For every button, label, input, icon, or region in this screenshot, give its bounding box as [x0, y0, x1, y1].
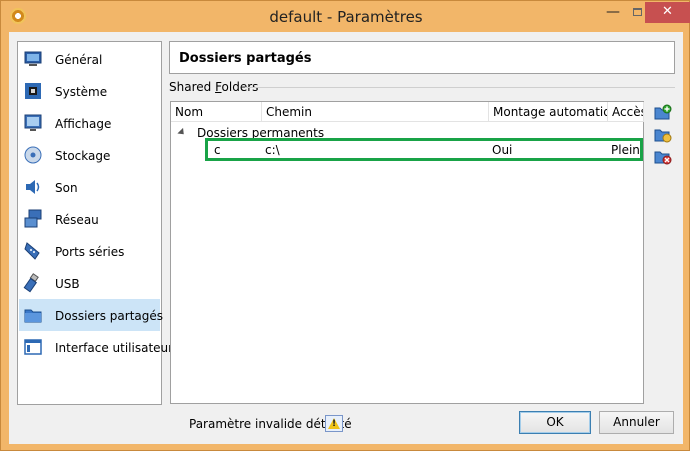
sidebar-item-label: USB	[55, 277, 80, 291]
add-folder-button[interactable]	[654, 104, 672, 122]
sidebar-item-display[interactable]: Affichage	[19, 107, 160, 139]
sidebar-item-general[interactable]: Général	[19, 43, 160, 75]
shared-folders-tree[interactable]: Nom Chemin Montage automatique Accès Dos…	[170, 101, 644, 404]
folder-icon	[24, 309, 42, 323]
dialog-client-area: Général Système Affichage Stockage Son R…	[9, 32, 683, 444]
column-header-name[interactable]: Nom	[171, 102, 262, 122]
settings-window: default - Paramètres — ✕ Général Système…	[0, 0, 690, 451]
sidebar-item-label: Affichage	[55, 117, 112, 131]
remove-folder-button[interactable]	[654, 148, 672, 166]
column-header-automount[interactable]: Montage automatique	[489, 102, 608, 122]
sidebar-item-network[interactable]: Réseau	[19, 203, 160, 235]
sidebar-item-usb[interactable]: USB	[19, 267, 160, 299]
table-row[interactable]: c c:\ Oui Plein	[205, 138, 643, 161]
usb-icon	[23, 273, 39, 293]
sidebar-item-storage[interactable]: Stockage	[19, 139, 160, 171]
minimize-button[interactable]: —	[599, 2, 627, 23]
monitor-icon	[24, 51, 42, 66]
sidebar-item-serial-ports[interactable]: Ports séries	[19, 235, 160, 267]
network-icon	[24, 209, 42, 228]
cell-name: c	[214, 143, 221, 157]
ok-button[interactable]: OK	[519, 411, 591, 434]
column-header-path[interactable]: Chemin	[262, 102, 489, 122]
sidebar-item-label: Réseau	[55, 213, 99, 227]
cell-path: c:\	[265, 143, 280, 157]
sidebar-item-label: Stockage	[55, 149, 111, 163]
ui-window-icon	[24, 339, 42, 355]
sidebar-item-sound[interactable]: Son	[19, 171, 160, 203]
maximize-icon	[632, 8, 642, 16]
remove-folder-icon	[654, 151, 672, 165]
sidebar-item-label: Général	[55, 53, 103, 67]
maximize-button[interactable]	[627, 2, 647, 23]
serial-port-icon	[24, 242, 40, 260]
chip-icon	[25, 83, 41, 99]
sidebar-item-label: Son	[55, 181, 78, 195]
edit-folder-button[interactable]	[654, 126, 672, 144]
warning-button[interactable]: !	[325, 415, 343, 432]
disk-icon	[24, 146, 42, 164]
cell-automount: Oui	[492, 143, 513, 157]
sidebar-item-label: Système	[55, 85, 108, 99]
window-title: default - Paramètres	[269, 8, 423, 26]
page-header: Dossiers partagés	[169, 41, 675, 74]
add-folder-icon	[654, 104, 672, 120]
column-header-access[interactable]: Accès	[608, 102, 644, 122]
edit-folder-icon	[654, 129, 672, 143]
close-button[interactable]: ✕	[645, 2, 690, 23]
title-bar[interactable]: default - Paramètres — ✕	[1, 1, 690, 32]
cell-access: Plein	[611, 143, 640, 157]
sidebar-item-label: Interface utilisateur	[55, 341, 174, 355]
expand-arrow-icon[interactable]	[177, 127, 187, 138]
display-icon	[24, 114, 42, 131]
page-title: Dossiers partagés	[179, 51, 312, 66]
cancel-button[interactable]: Annuler	[599, 411, 674, 434]
settings-sidebar: Général Système Affichage Stockage Son R…	[17, 41, 173, 405]
speaker-icon	[26, 180, 40, 194]
sidebar-item-label: Dossiers partagés	[55, 309, 164, 323]
warning-exclamation: !	[332, 419, 337, 429]
sidebar-item-system[interactable]: Système	[19, 75, 160, 107]
sidebar-item-shared-folders[interactable]: Dossiers partagés	[19, 299, 164, 331]
sidebar-item-user-interface[interactable]: Interface utilisateur	[19, 331, 173, 363]
sidebar-item-label: Ports séries	[55, 245, 125, 259]
group-divider	[245, 87, 675, 88]
